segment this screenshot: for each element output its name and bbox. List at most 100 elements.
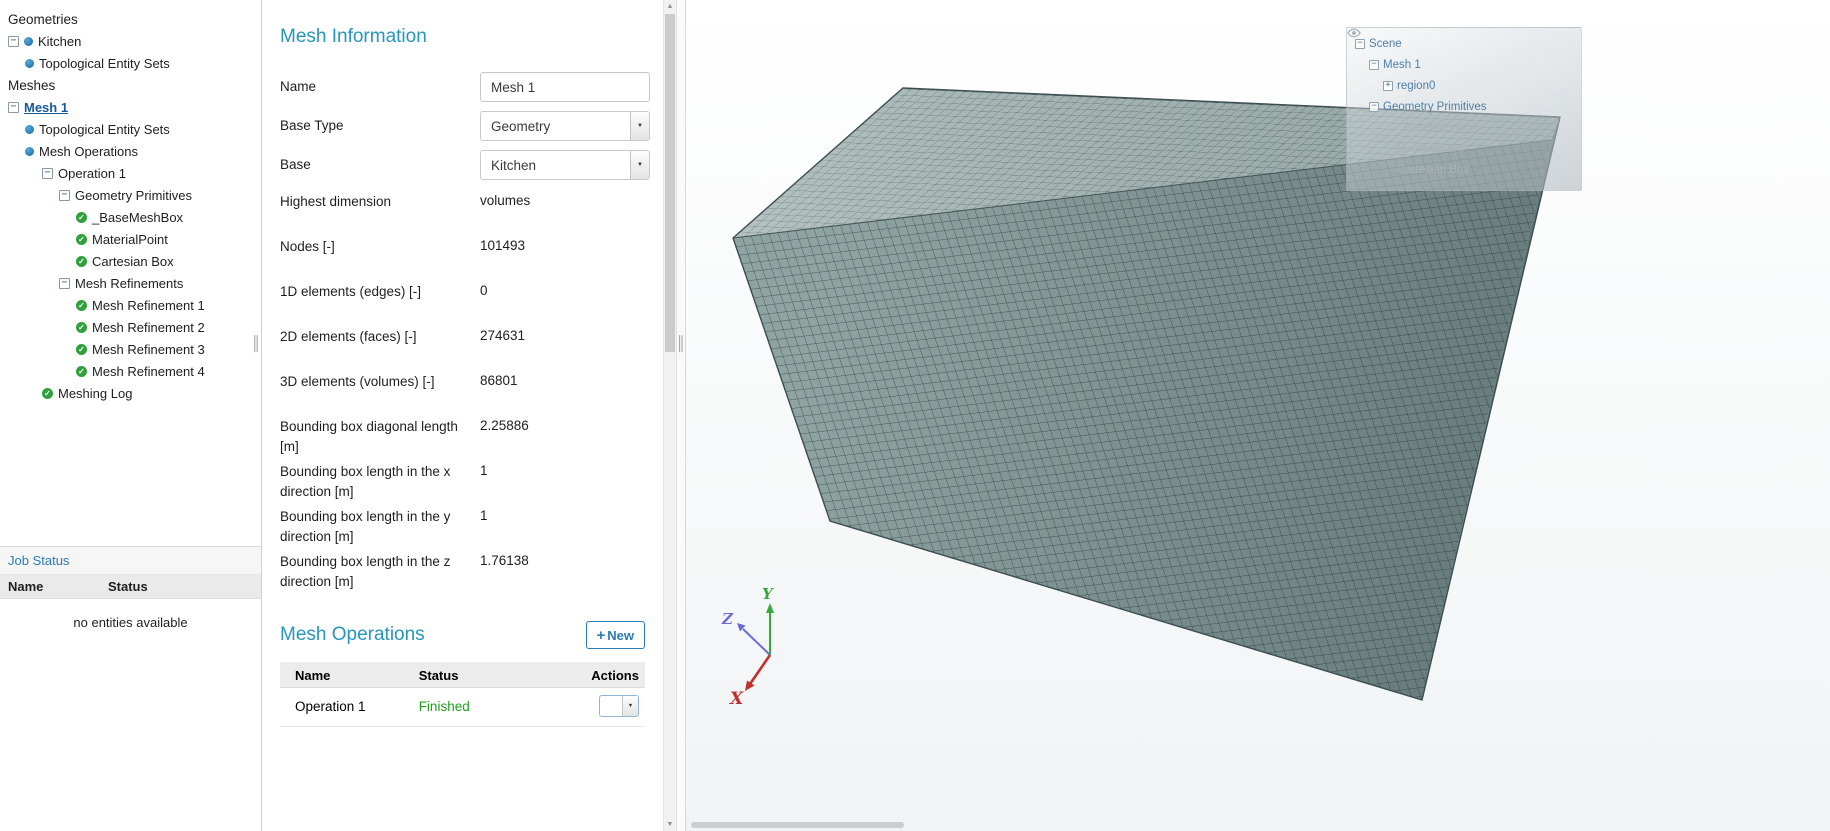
tree-item[interactable]: Meshing Log bbox=[0, 382, 261, 404]
job-status-header: Job Status bbox=[0, 546, 261, 575]
field-value: 0 bbox=[480, 283, 488, 298]
job-status-section: Job Status Name Status no entities avail… bbox=[0, 546, 261, 630]
tree-item[interactable]: Mesh Refinement 1 bbox=[0, 294, 261, 316]
tree-item[interactable]: Mesh Refinement 2 bbox=[0, 316, 261, 338]
selected-option: Geometry bbox=[491, 118, 551, 134]
scroll-up-icon[interactable]: ▲ bbox=[664, 0, 676, 13]
project-tree-sidebar: Geometries Kitchen Topological Entity Se… bbox=[0, 0, 262, 831]
scene-item-label: Cartesian Box bbox=[1397, 163, 1470, 176]
scene-tree-item[interactable]: _BaseMeshBox bbox=[1347, 28, 1581, 138]
scene-item-label: MaterialPoint bbox=[1397, 142, 1465, 155]
field-label: Highest dimension bbox=[280, 194, 392, 209]
collapse-toggle-icon[interactable] bbox=[1369, 101, 1379, 112]
tree-item[interactable]: Kitchen bbox=[0, 30, 261, 52]
expand-toggle-icon[interactable] bbox=[1383, 80, 1393, 91]
scene-item-label: Mesh 1 bbox=[1383, 58, 1421, 71]
form-field: Bounding box length in the x direction [… bbox=[280, 462, 645, 507]
panel-scrollbar[interactable]: ▲ ▼ bbox=[663, 0, 676, 831]
col-actions: Actions bbox=[591, 667, 639, 683]
caret-down-icon[interactable]: ▼ bbox=[621, 696, 638, 716]
field-label: Bounding box diagonal length [m] bbox=[280, 419, 458, 454]
caret-down-icon[interactable]: ▼ bbox=[630, 112, 649, 140]
new-operation-button[interactable]: + New bbox=[585, 621, 645, 649]
tree-item[interactable]: MaterialPoint bbox=[0, 228, 261, 250]
dropdown-select[interactable]: Geometry ▼ bbox=[480, 111, 650, 141]
tree-item[interactable]: Operation 1 bbox=[0, 162, 261, 184]
scene-tree-item[interactable]: region0 bbox=[1347, 28, 1581, 96]
tree-item-label: Kitchen bbox=[38, 33, 82, 49]
plus-icon: + bbox=[596, 626, 606, 644]
scene-tree-item[interactable]: MaterialPoint bbox=[1347, 28, 1581, 159]
viewport-canvas[interactable]: Y Z X bbox=[686, 0, 1830, 831]
field-label: Name bbox=[280, 79, 317, 95]
scrollbar-thumb[interactable] bbox=[665, 14, 675, 352]
tree-item[interactable]: Mesh Operations bbox=[0, 140, 261, 162]
col-status: Status bbox=[418, 667, 459, 683]
dropdown-select[interactable]: Kitchen ▼ bbox=[480, 150, 650, 180]
tree-item-label: Mesh Refinement 2 bbox=[92, 319, 205, 335]
tree-item[interactable]: Meshes bbox=[0, 74, 261, 96]
operation-name: Operation 1 bbox=[295, 698, 366, 714]
form-field: Highest dimension volumes bbox=[280, 192, 645, 237]
scene-tree-item[interactable]: Scene bbox=[1347, 33, 1581, 54]
text-input[interactable]: Mesh 1 bbox=[480, 72, 650, 102]
tree-item[interactable]: Mesh Refinements bbox=[0, 272, 261, 294]
viewport-horizontal-scrollbar-thumb[interactable] bbox=[691, 822, 904, 828]
tree-item[interactable]: Topological Entity Sets bbox=[0, 118, 261, 140]
collapse-toggle-icon[interactable] bbox=[59, 189, 70, 201]
scene-tree-overlay: Scene Mesh 1 region0 bbox=[1346, 27, 1582, 191]
viewport-3d[interactable]: Y Z X Scene bbox=[686, 0, 1830, 831]
job-status-col-name: Name bbox=[8, 579, 44, 594]
tree-item-label: Mesh Refinement 4 bbox=[92, 363, 205, 379]
scroll-down-icon[interactable]: ▼ bbox=[664, 818, 676, 831]
tree-item-label: _BaseMeshBox bbox=[92, 209, 184, 225]
form-field: Name Mesh 1 bbox=[280, 72, 650, 102]
field-value: 1 bbox=[480, 508, 488, 523]
panel-title: Mesh Information bbox=[280, 26, 427, 47]
tree-item[interactable]: Geometry Primitives bbox=[0, 184, 261, 206]
form-field: 2D elements (faces) [-] 274631 bbox=[280, 327, 645, 372]
tree-item[interactable]: Geometries bbox=[0, 8, 261, 30]
completed-check-icon bbox=[76, 365, 87, 377]
collapse-toggle-icon[interactable] bbox=[1369, 59, 1379, 70]
tree-item[interactable]: Topological Entity Sets bbox=[0, 52, 261, 74]
entity-dot-icon bbox=[24, 36, 33, 46]
caret-down-icon[interactable]: ▼ bbox=[630, 151, 649, 179]
entity-dot-icon bbox=[25, 58, 34, 68]
tree-item[interactable]: Cartesian Box bbox=[0, 250, 261, 272]
scene-tree-item[interactable]: Geometry Primitives bbox=[1347, 96, 1581, 117]
scene-tree-item[interactable]: Mesh 1 bbox=[1347, 54, 1581, 75]
field-label: 3D elements (volumes) [-] bbox=[280, 374, 435, 389]
mesh-information-form: Name Mesh 1 Base Type Geometry ▼ Base Ki… bbox=[280, 72, 650, 597]
collapse-toggle-icon[interactable] bbox=[8, 101, 19, 113]
operations-table-header: Name Status Actions bbox=[280, 662, 645, 688]
visibility-eye-icon[interactable] bbox=[1347, 28, 1361, 38]
splitter-grip[interactable]: ║ bbox=[676, 336, 686, 350]
tree-item[interactable]: Mesh 1 bbox=[0, 96, 261, 118]
sidebar-splitter-grip[interactable]: ║ bbox=[251, 336, 261, 350]
field-value: 1.76138 bbox=[480, 553, 529, 568]
field-value: 2.25886 bbox=[480, 418, 529, 433]
project-tree: Geometries Kitchen Topological Entity Se… bbox=[0, 0, 261, 404]
form-field: Base Kitchen ▼ bbox=[280, 150, 650, 180]
orientation-axes-gizmo[interactable]: Y Z X bbox=[721, 585, 774, 709]
mesh-operations-title: Mesh Operations bbox=[280, 624, 425, 645]
panel-splitter[interactable]: ║ bbox=[676, 0, 686, 831]
new-button-label: New bbox=[607, 627, 634, 643]
field-label: 2D elements (faces) [-] bbox=[280, 329, 417, 344]
collapse-toggle-icon[interactable] bbox=[59, 277, 70, 289]
form-field: 1D elements (edges) [-] 0 bbox=[280, 282, 645, 327]
tree-item[interactable]: _BaseMeshBox bbox=[0, 206, 261, 228]
tree-item[interactable]: Mesh Refinement 3 bbox=[0, 338, 261, 360]
tree-item-label: Meshing Log bbox=[58, 385, 133, 401]
completed-check-icon bbox=[42, 387, 53, 399]
scene-tree-item[interactable]: Cartesian Box bbox=[1347, 28, 1581, 180]
field-value: 1 bbox=[480, 463, 488, 478]
operation-actions-select[interactable]: ▼ bbox=[598, 695, 639, 717]
tree-item[interactable]: Mesh Refinement 4 bbox=[0, 360, 261, 382]
collapse-toggle-icon[interactable] bbox=[1355, 38, 1365, 49]
mesh-information-panel: Mesh Information Name Mesh 1 Base Type G… bbox=[262, 0, 663, 831]
collapse-toggle-icon[interactable] bbox=[8, 35, 19, 47]
scene-item-label: _BaseMeshBox bbox=[1397, 121, 1478, 134]
collapse-toggle-icon[interactable] bbox=[42, 167, 53, 179]
